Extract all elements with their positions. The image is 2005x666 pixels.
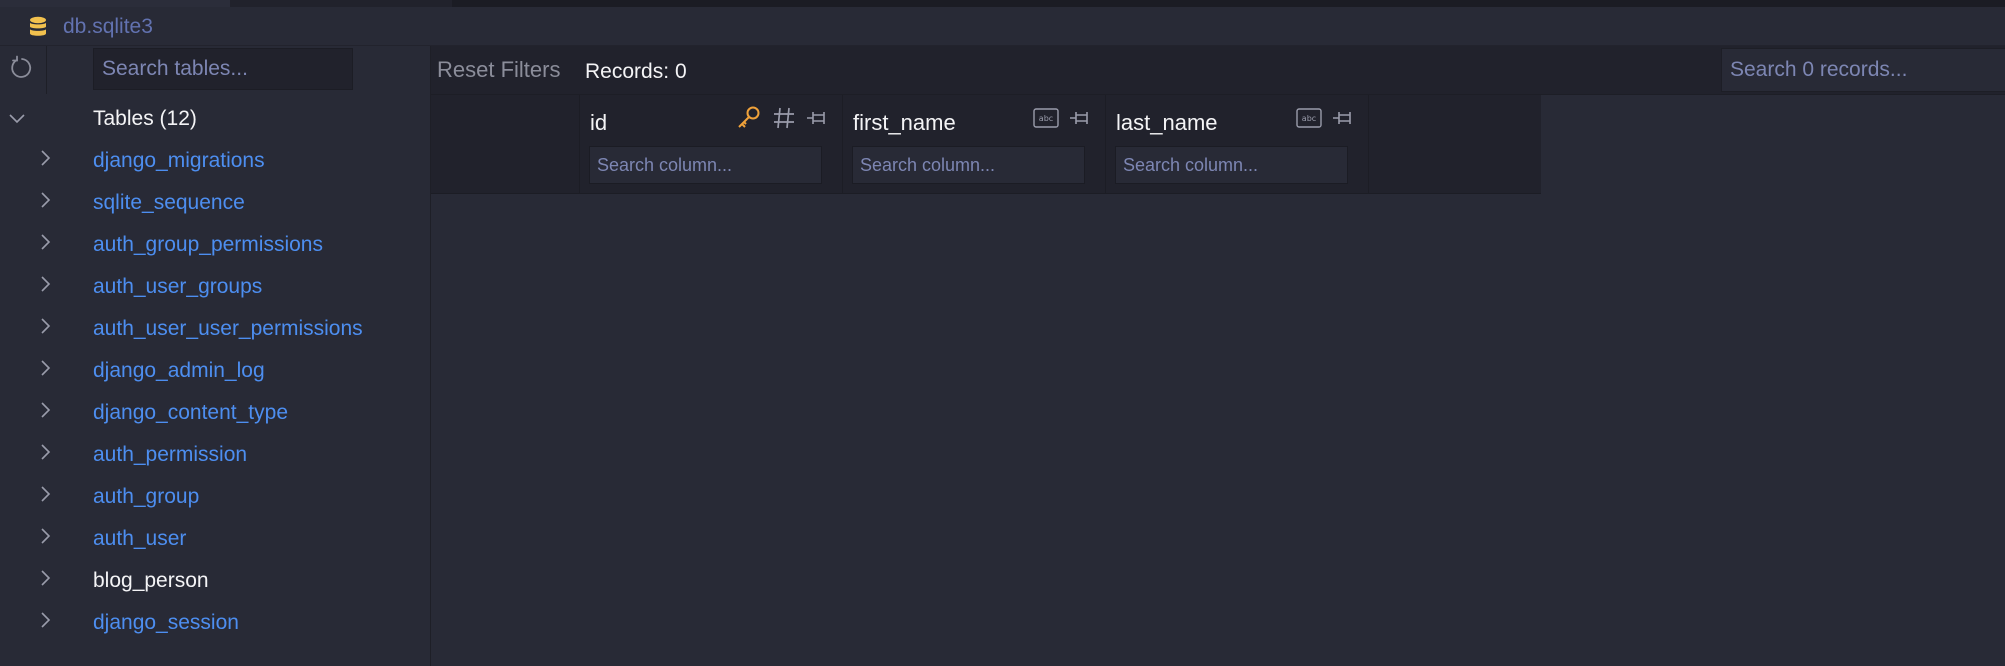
records-count: Records: 0 [585, 59, 687, 85]
chevron-right-icon [41, 402, 51, 418]
file-name: db.sqlite3 [63, 15, 153, 38]
column-search-input[interactable] [1115, 146, 1348, 184]
grid-header-filler [1500, 95, 1541, 193]
window-top-strip [0, 0, 2005, 7]
row-number-gutter [431, 95, 580, 193]
records-value: 0 [675, 60, 687, 83]
top-strip-segment [452, 0, 2005, 7]
chevron-right-icon [41, 486, 51, 502]
refresh-icon [11, 55, 32, 78]
chevron-right-icon [41, 444, 51, 460]
column-name: first_name [853, 110, 956, 135]
key-icon [738, 106, 760, 128]
search-tables-input[interactable] [93, 48, 353, 90]
number-type-icon[interactable] [772, 106, 796, 130]
top-strip-segment [0, 0, 230, 7]
pin-icon[interactable] [1332, 108, 1354, 128]
table-item[interactable]: auth_group [0, 479, 430, 515]
table-item-label: auth_permission [93, 443, 248, 466]
table-item[interactable]: django_admin_log [0, 353, 430, 389]
reset-filters-button[interactable]: Reset Filters [437, 56, 560, 84]
column-header-first-name[interactable]: first_name abc [843, 95, 1106, 193]
table-item-label: auth_user [93, 527, 187, 550]
column-name: id [590, 110, 608, 135]
table-item-selected[interactable]: blog_person [0, 563, 430, 599]
table-item[interactable]: sqlite_sequence [0, 185, 430, 221]
chevron-right-icon [41, 234, 51, 250]
table-item[interactable]: auth_permission [0, 437, 430, 473]
column-search-input[interactable] [589, 146, 822, 184]
file-tab[interactable]: db.sqlite3 [0, 7, 2005, 46]
records-label: Records: [585, 60, 670, 83]
chevron-right-icon [41, 150, 51, 166]
pin-icon[interactable] [806, 108, 828, 128]
chevron-right-icon [41, 528, 51, 544]
table-item-label: auth_user_user_permissions [93, 317, 363, 340]
table-item-label: django_session [93, 611, 239, 634]
database-icon [30, 16, 46, 36]
table-item[interactable]: auth_user_user_permissions [0, 311, 430, 347]
svg-text:abc: abc [1302, 114, 1316, 123]
tables-tree-label: Tables (12) [93, 107, 197, 130]
text-type-icon[interactable]: abc [1033, 108, 1059, 128]
table-item-label: django_admin_log [93, 359, 265, 382]
chevron-right-icon [41, 192, 51, 208]
chevron-right-icon [41, 318, 51, 334]
chevron-right-icon [41, 276, 51, 292]
chevron-right-icon [41, 360, 51, 376]
table-item-label: sqlite_sequence [93, 191, 245, 214]
table-item-label: django_content_type [93, 401, 288, 424]
table-item[interactable]: auth_group_permissions [0, 227, 430, 263]
column-search-input[interactable] [852, 146, 1085, 184]
grid-header: id first_name abc [431, 95, 1541, 194]
table-item[interactable]: django_content_type [0, 395, 430, 431]
refresh-button[interactable] [0, 46, 47, 94]
chevron-right-icon [41, 612, 51, 628]
svg-text:abc: abc [1039, 114, 1053, 123]
search-records-input[interactable] [1721, 48, 2005, 92]
column-header-id[interactable]: id [580, 95, 843, 193]
text-type-icon[interactable]: abc [1296, 108, 1322, 128]
table-item-label: auth_group [93, 485, 200, 508]
table-item[interactable]: django_migrations [0, 143, 430, 179]
chevron-right-icon [41, 570, 51, 586]
table-item[interactable]: auth_user_groups [0, 269, 430, 305]
sidebar: Tables (12) django_migrations sqlite_seq… [0, 46, 431, 666]
column-name: last_name [1116, 110, 1218, 135]
grid-toolbar: Reset Filters Records: 0 [431, 46, 2005, 95]
table-item-label: auth_group_permissions [93, 233, 323, 256]
tables-tree-root[interactable]: Tables (12) [0, 101, 430, 137]
column-header-last-name[interactable]: last_name abc [1106, 95, 1369, 193]
table-item-label: blog_person [93, 569, 209, 592]
table-item-label: django_migrations [93, 149, 265, 172]
pin-icon[interactable] [1069, 108, 1091, 128]
chevron-down-icon [9, 114, 25, 124]
table-item-label: auth_user_groups [93, 275, 263, 298]
table-item[interactable]: auth_user [0, 521, 430, 557]
table-item[interactable]: django_session [0, 605, 430, 641]
